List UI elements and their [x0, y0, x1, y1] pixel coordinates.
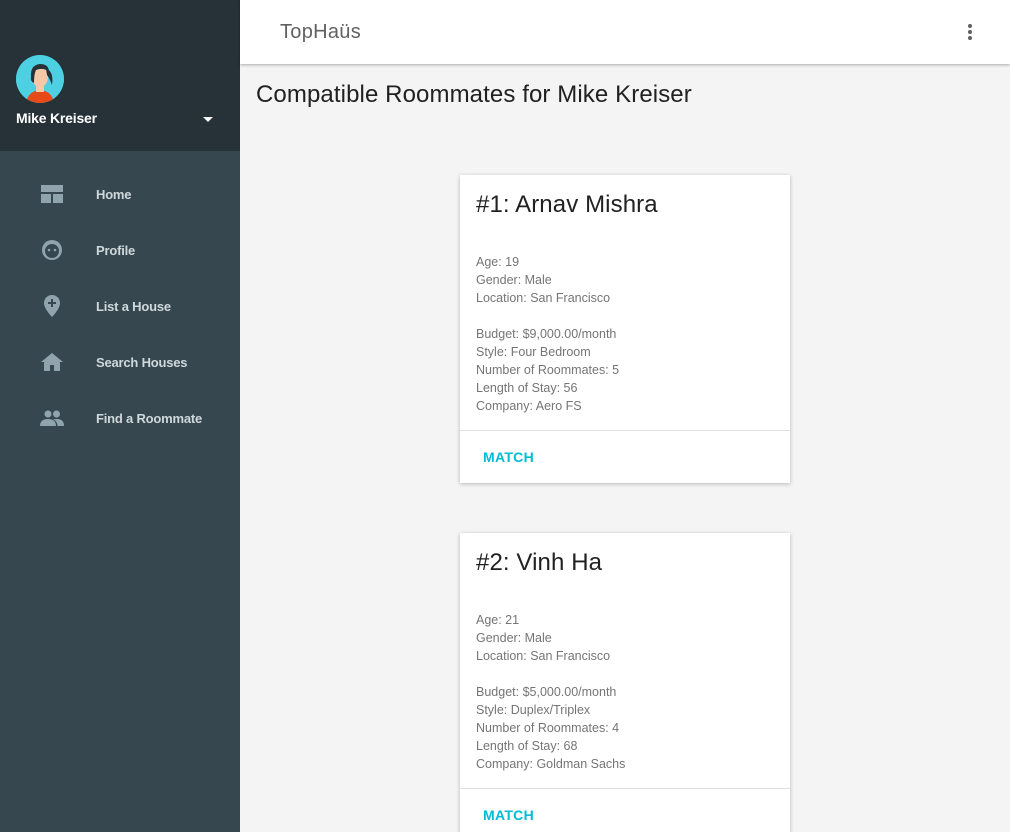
sidebar-header: Mike Kreiser: [0, 0, 240, 151]
sidebar-item-search-houses[interactable]: Search Houses: [0, 334, 240, 390]
sidebar-item-find-a-roommate[interactable]: Find a Roommate: [0, 390, 240, 446]
age-field: Age: 19: [476, 255, 520, 269]
card-title: #1: Arnav Mishra: [476, 191, 658, 218]
home-icon: [40, 350, 64, 374]
sidebar-item-profile[interactable]: Profile: [0, 222, 240, 278]
gender-field: Gender: Male: [476, 631, 552, 645]
style-field: Style: Four Bedroom: [476, 345, 591, 359]
sidebar-item-home[interactable]: Home: [0, 166, 240, 222]
company-field: Company: Aero FS: [476, 399, 582, 413]
more-vert-icon[interactable]: [960, 20, 980, 44]
sidebar-item-label: Search Houses: [96, 354, 188, 370]
sidebar-item-label: List a House: [96, 298, 171, 314]
stay-field: Length of Stay: 56: [476, 381, 578, 395]
user-name[interactable]: Mike Kreiser: [16, 110, 97, 126]
stay-field: Length of Stay: 68: [476, 739, 578, 753]
match-button[interactable]: MATCH: [483, 807, 534, 823]
card-details: Age: 19 Gender: Male Location: San Franc…: [460, 241, 790, 430]
sidebar: Mike Kreiser Home Profile List a House S…: [0, 0, 240, 832]
add-location-icon: [40, 294, 64, 318]
style-field: Style: Duplex/Triplex: [476, 703, 591, 717]
match-button[interactable]: MATCH: [483, 449, 534, 465]
sidebar-item-label: Home: [96, 186, 132, 202]
sidebar-item-list-a-house[interactable]: List a House: [0, 278, 240, 334]
card-details: Age: 21 Gender: Male Location: San Franc…: [460, 599, 790, 788]
avatar[interactable]: [16, 55, 64, 103]
top-app-bar: TopHaüs: [240, 0, 1010, 64]
face-icon: [40, 238, 64, 262]
company-field: Company: Goldman Sachs: [476, 757, 626, 771]
budget-field: Budget: $9,000.00/month: [476, 327, 617, 341]
roommates-field: Number of Roommates: 5: [476, 363, 620, 377]
sidebar-nav: Home Profile List a House Search Houses …: [0, 166, 240, 446]
gender-field: Gender: Male: [476, 273, 552, 287]
card-actions: MATCH: [460, 789, 790, 832]
card-actions: MATCH: [460, 431, 790, 483]
app-title: TopHaüs: [280, 21, 362, 43]
page-title: Compatible Roommates for Mike Kreiser: [256, 81, 692, 108]
card-title: #2: Vinh Ha: [476, 549, 603, 576]
sidebar-item-label: Profile: [96, 242, 136, 258]
location-field: Location: San Francisco: [476, 649, 611, 663]
age-field: Age: 21: [476, 613, 520, 627]
sidebar-item-label: Find a Roommate: [96, 410, 203, 426]
caret-down-icon[interactable]: [202, 116, 214, 124]
roommate-card: #1: Arnav Mishra Age: 19 Gender: Male Lo…: [460, 175, 790, 483]
people-icon: [40, 406, 64, 430]
roommate-card: #2: Vinh Ha Age: 21 Gender: Male Locatio…: [460, 533, 790, 832]
roommates-field: Number of Roommates: 4: [476, 721, 620, 735]
budget-field: Budget: $5,000.00/month: [476, 685, 617, 699]
dashboard-icon: [40, 182, 64, 206]
location-field: Location: San Francisco: [476, 291, 611, 305]
